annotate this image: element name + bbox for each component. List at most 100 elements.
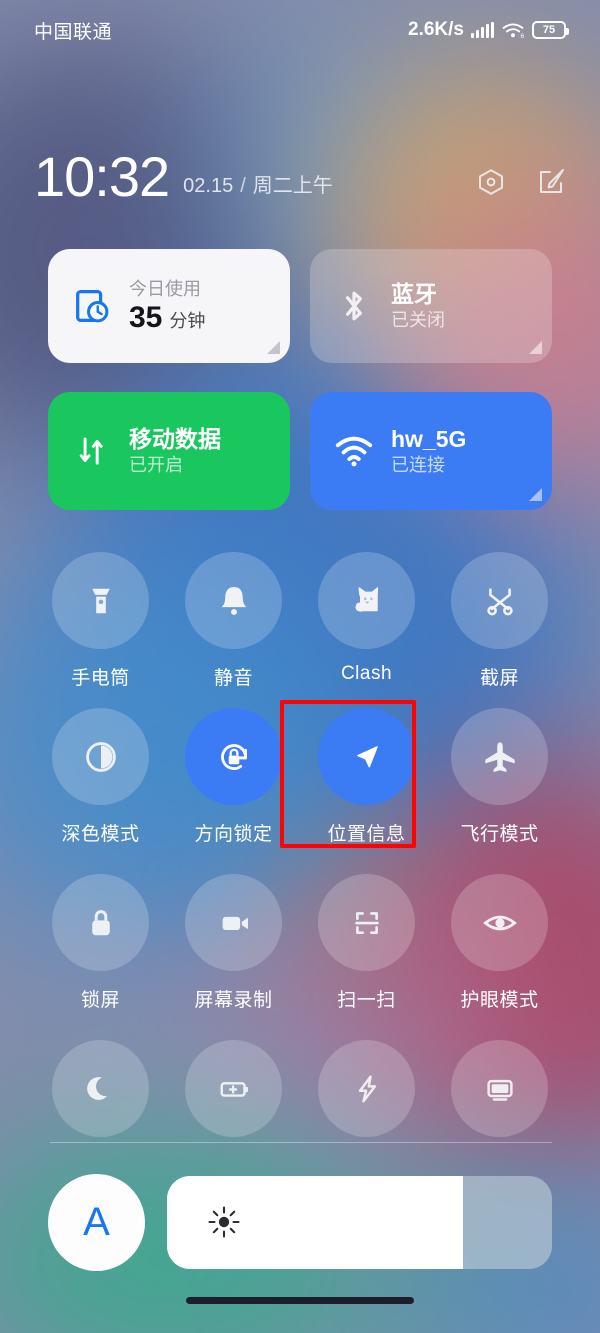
wifi-icon xyxy=(332,429,376,473)
toggle-row-2: 深色模式 方向锁定 位置信息 飞行模式 xyxy=(0,700,600,848)
card-resize-corner[interactable] xyxy=(529,488,542,501)
clock-header: 10:32 02.15 / 周二上午 xyxy=(0,133,600,209)
video-camera-icon xyxy=(185,874,282,971)
auto-brightness-label: A xyxy=(83,1199,110,1244)
toggle-clash[interactable]: Clash xyxy=(300,552,433,690)
carrier-label: 中国联通 xyxy=(34,21,113,43)
bluetooth-title: 蓝牙 xyxy=(391,280,437,307)
toggle-label: Clash xyxy=(340,663,393,684)
wifi-6-icon: 6 xyxy=(501,22,525,40)
toggle-row-3: 锁屏 屏幕录制 扫一扫 护眼模式 xyxy=(0,874,600,1012)
toggle-cast[interactable] xyxy=(433,1040,566,1151)
mobile-data-title: 移动数据 xyxy=(129,425,221,452)
cards-row-primary: 今日使用 35 分钟 蓝牙 已关闭 xyxy=(0,249,600,363)
toggle-flashlight[interactable]: 手电筒 xyxy=(34,552,167,690)
network-speed-label: 2.6K/s xyxy=(408,19,464,40)
toggle-fast-charge[interactable] xyxy=(300,1040,433,1151)
toggle-eye-comfort[interactable]: 护眼模式 xyxy=(433,874,566,1012)
gear-hexagon-icon[interactable] xyxy=(476,167,506,197)
toggle-label: 截屏 xyxy=(479,668,519,689)
battery-icon: 75 xyxy=(532,21,569,39)
toggle-scan[interactable]: 扫一扫 xyxy=(300,874,433,1012)
eye-icon xyxy=(451,874,548,971)
bluetooth-card[interactable]: 蓝牙 已关闭 xyxy=(310,249,552,363)
moon-icon xyxy=(52,1040,149,1137)
monitor-cast-icon xyxy=(451,1040,548,1137)
toggle-lock-screen[interactable]: 锁屏 xyxy=(34,874,167,1012)
toggle-label: 深色模式 xyxy=(61,824,140,845)
toggle-label: 扫一扫 xyxy=(337,990,396,1011)
toggle-label: 锁屏 xyxy=(80,990,120,1011)
svg-text:6: 6 xyxy=(521,33,525,39)
toggle-label: 护眼模式 xyxy=(460,990,539,1011)
screen-time-label: 今日使用 xyxy=(129,279,201,300)
battery-plus-icon xyxy=(185,1040,282,1137)
scan-frame-icon xyxy=(318,874,415,971)
toggle-screenshot[interactable]: 截屏 xyxy=(433,552,566,690)
brightness-slider[interactable] xyxy=(167,1175,552,1269)
toggle-dark-mode[interactable]: 深色模式 xyxy=(34,708,167,846)
weekday-label: 周二上午 xyxy=(252,175,333,197)
toggle-battery-saver[interactable] xyxy=(167,1040,300,1151)
wifi-ssid: hw_5G xyxy=(391,425,467,452)
cat-icon xyxy=(318,552,415,649)
contrast-circle-icon xyxy=(52,708,149,805)
toggle-silent[interactable]: 静音 xyxy=(167,552,300,690)
brightness-sun-icon xyxy=(207,1205,241,1239)
date-separator: / xyxy=(240,175,246,197)
lightning-bolt-icon xyxy=(318,1040,415,1137)
lock-icon xyxy=(52,874,149,971)
home-indicator[interactable] xyxy=(186,1297,414,1304)
cards-row-secondary: 移动数据 已开启 hw_5G 已连接 xyxy=(0,392,600,510)
status-bar: 中国联通 2.6K/s 6 75 xyxy=(0,0,600,60)
card-resize-corner[interactable] xyxy=(267,341,280,354)
toggle-location[interactable]: 位置信息 xyxy=(280,700,433,848)
mobile-data-card[interactable]: 移动数据 已开启 xyxy=(48,392,290,510)
battery-level-label: 75 xyxy=(542,24,556,36)
screen-time-text: 今日使用 35 分钟 xyxy=(129,278,205,334)
bluetooth-text: 蓝牙 已关闭 xyxy=(391,280,445,332)
wifi-card[interactable]: hw_5G 已连接 xyxy=(310,392,552,510)
data-arrows-icon xyxy=(70,429,114,473)
wifi-text: hw_5G 已连接 xyxy=(391,425,466,477)
control-center-screen: 中国联通 2.6K/s 6 75 10:32 02.15 / 周二上午 今日使用… xyxy=(0,0,600,1333)
toggle-label: 屏幕录制 xyxy=(194,990,273,1011)
auto-brightness-button[interactable]: A xyxy=(48,1173,145,1271)
screen-time-unit: 分钟 xyxy=(169,310,206,331)
airplane-icon xyxy=(451,708,548,805)
screen-time-value-row: 35 分钟 xyxy=(129,301,205,334)
status-bar-right: 2.6K/s 6 75 xyxy=(408,19,569,41)
toggle-label: 静音 xyxy=(213,668,253,689)
toggle-do-not-disturb[interactable] xyxy=(34,1040,167,1151)
toggle-label: 位置信息 xyxy=(327,824,406,845)
toggle-airplane-mode[interactable]: 飞行模式 xyxy=(433,708,566,846)
date-block: 02.15 / 周二上午 xyxy=(183,169,333,198)
toggle-label: 手电筒 xyxy=(71,668,130,689)
bell-icon xyxy=(185,552,282,649)
phone-clock-icon xyxy=(70,284,114,328)
bluetooth-status: 已关闭 xyxy=(391,309,445,330)
mobile-data-text: 移动数据 已开启 xyxy=(129,425,221,477)
toggle-screen-record[interactable]: 屏幕录制 xyxy=(167,874,300,1012)
screen-time-card[interactable]: 今日使用 35 分钟 xyxy=(48,249,290,363)
toggle-label: 飞行模式 xyxy=(460,824,539,845)
location-arrow-icon xyxy=(318,708,415,805)
bluetooth-icon xyxy=(332,284,376,328)
toggle-label: 方向锁定 xyxy=(194,824,273,845)
rotation-lock-icon xyxy=(185,708,282,805)
section-divider xyxy=(50,1142,552,1143)
edit-pencil-icon[interactable] xyxy=(536,167,566,197)
mobile-data-status: 已开启 xyxy=(129,454,183,475)
card-resize-corner[interactable] xyxy=(529,341,542,354)
toggle-rotation-lock[interactable]: 方向锁定 xyxy=(167,708,300,846)
flashlight-icon xyxy=(52,552,149,649)
header-actions xyxy=(476,167,566,197)
date-label: 02.15 xyxy=(183,175,234,197)
toggle-row-1: 手电筒 静音 Clash 截屏 xyxy=(0,552,600,690)
brightness-section: A xyxy=(0,1172,600,1272)
scissors-icon xyxy=(451,552,548,649)
screen-time-value: 35 xyxy=(129,300,163,334)
signal-bars-icon xyxy=(471,22,494,38)
clock-time: 10:32 xyxy=(34,145,170,209)
toggle-row-4 xyxy=(0,1040,600,1151)
